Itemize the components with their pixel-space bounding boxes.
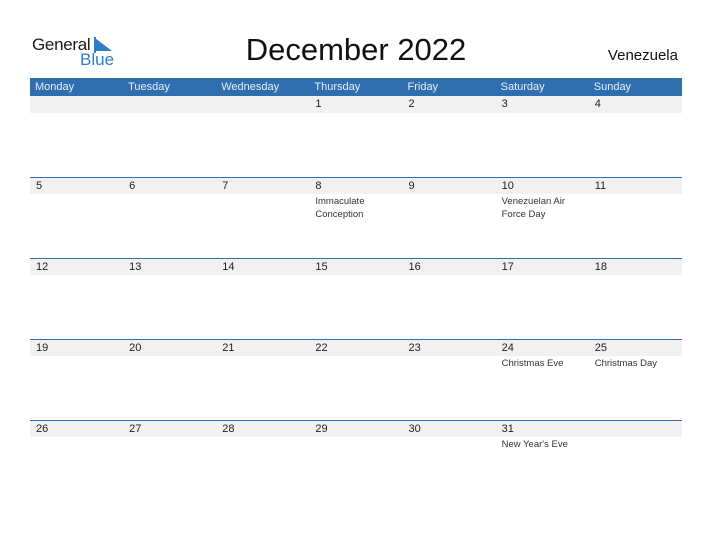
week-row: 5 6 7 8 Immaculate Conception 9 10 Venezuelan A… — [30, 177, 682, 258]
day-cell: 1 — [309, 96, 402, 113]
week-row: 12 13 14 15 16 17 18 — [30, 258, 682, 339]
day-number: 13 — [129, 261, 142, 273]
day-cell: 30 — [403, 420, 496, 451]
week-row: 26 27 28 29 30 31 New Year's Eve — [30, 420, 682, 501]
day-number: 3 — [501, 98, 508, 110]
day-number: 19 — [36, 342, 49, 354]
day-cell — [589, 420, 682, 451]
day-cell: 10 Venezuelan Air Force Day — [496, 177, 589, 221]
day-cell: 22 — [309, 339, 402, 370]
day-number — [36, 96, 123, 113]
week-row: 1 2 3 4 — [30, 96, 682, 177]
day-number: 20 — [129, 342, 142, 354]
day-cell: 17 — [496, 258, 589, 276]
day-number: 22 — [315, 342, 328, 354]
weekday-wednesday: Wednesday — [221, 81, 280, 93]
day-cell: 14 — [216, 258, 309, 276]
country-label: Venezuela — [607, 47, 678, 64]
weekday-saturday: Saturday — [500, 81, 545, 93]
holiday-label: Venezuelan Air Force Day — [501, 196, 566, 220]
day-number: 30 — [408, 423, 421, 435]
day-number: 7 — [222, 180, 229, 192]
holiday-label: Christmas Day — [594, 358, 658, 369]
holiday-label: Christmas Eve — [501, 358, 564, 369]
day-number: 28 — [222, 423, 235, 435]
week-row: 19 20 21 22 23 24 Christmas Eve 25 Christmas Day — [30, 339, 682, 420]
day-cell: 23 — [403, 339, 496, 370]
day-cell: 2 — [403, 96, 496, 113]
weekday-sunday: Sunday — [593, 81, 632, 93]
day-number: 10 — [501, 180, 514, 192]
day-cell: 21 — [216, 339, 309, 370]
day-number: 1 — [315, 98, 322, 110]
day-number: 6 — [129, 180, 136, 192]
day-number: 23 — [408, 342, 421, 354]
day-cell: 27 — [123, 420, 216, 451]
day-number: 29 — [315, 423, 328, 435]
holiday-label: Immaculate Conception — [315, 196, 365, 220]
day-cell: 8 Immaculate Conception — [309, 177, 402, 221]
day-number: 2 — [408, 98, 415, 110]
weeks-container: 1 2 3 4 5 6 7 8 Immaculate Conception 9 10 Venezuel… — [30, 96, 682, 501]
day-number: 25 — [594, 342, 607, 354]
day-cell: 29 — [309, 420, 402, 451]
day-number: 21 — [222, 342, 235, 354]
weekday-tuesday: Tuesday — [128, 81, 170, 93]
day-number — [222, 96, 309, 113]
day-cell: 11 — [589, 177, 682, 221]
day-number: 15 — [315, 261, 328, 273]
day-cell — [216, 96, 309, 113]
day-cell: 28 — [216, 420, 309, 451]
day-cell: 7 — [216, 177, 309, 221]
day-cell: 9 — [403, 177, 496, 221]
day-cell: 26 — [30, 420, 123, 451]
day-number: 4 — [594, 98, 601, 110]
day-cell: 6 — [123, 177, 216, 221]
weekday-friday: Friday — [407, 81, 439, 93]
day-number: 8 — [315, 180, 322, 192]
day-cell: 25 Christmas Day — [589, 339, 682, 370]
day-number: 18 — [594, 261, 607, 273]
day-cell — [123, 96, 216, 113]
day-number: 12 — [36, 261, 49, 273]
day-cell: 13 — [123, 258, 216, 276]
day-number — [129, 96, 216, 113]
day-cell — [30, 96, 123, 113]
day-cell: 31 New Year's Eve — [496, 420, 589, 451]
day-number: 27 — [129, 423, 142, 435]
weekday-monday: Monday — [35, 81, 75, 93]
day-number — [595, 420, 682, 438]
day-cell: 3 — [496, 96, 589, 113]
day-number: 11 — [594, 180, 607, 192]
day-cell: 19 — [30, 339, 123, 370]
weekday-header: Monday Tuesday Wednesday Thursday Friday… — [30, 78, 682, 96]
day-cell: 16 — [403, 258, 496, 276]
day-cell: 12 — [30, 258, 123, 276]
weekday-thursday: Thursday — [314, 81, 361, 93]
day-cell: 5 — [30, 177, 123, 221]
day-number: 17 — [501, 261, 514, 273]
day-number: 24 — [501, 342, 514, 354]
day-cell: 20 — [123, 339, 216, 370]
day-cell: 4 — [589, 96, 682, 113]
day-number: 9 — [408, 180, 415, 192]
holiday-label: New Year's Eve — [501, 439, 568, 450]
day-number: 16 — [408, 261, 421, 273]
calendar-title: December 2022 — [245, 32, 467, 67]
calendar-grid: Monday Tuesday Wednesday Thursday Friday… — [30, 78, 682, 501]
day-number: 31 — [501, 423, 514, 435]
day-number: 5 — [36, 180, 43, 192]
day-number: 26 — [36, 423, 49, 435]
day-cell: 24 Christmas Eve — [496, 339, 589, 370]
day-cell: 15 — [309, 258, 402, 276]
day-number: 14 — [222, 261, 235, 273]
day-cell: 18 — [589, 258, 682, 276]
